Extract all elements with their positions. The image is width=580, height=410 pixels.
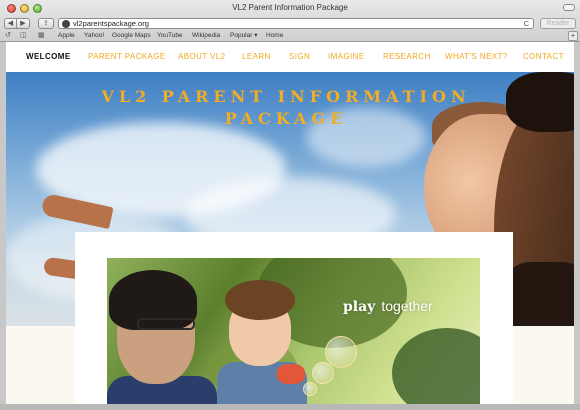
nav-about-vl2[interactable]: ABOUT VL2 xyxy=(178,42,225,72)
bookmark-yahoo[interactable]: Yahoo! xyxy=(84,31,104,41)
reading-list-icon[interactable]: ↺ xyxy=(5,32,11,40)
nav-parent-package[interactable]: PARENT PACKAGE xyxy=(88,42,166,72)
share-button[interactable]: ⇪ xyxy=(38,18,54,29)
nav-imagine[interactable]: IMAGINE xyxy=(328,42,365,72)
photo-caption-light: together xyxy=(381,298,433,314)
bookmark-popular[interactable]: Popular ▾ xyxy=(230,31,257,41)
photo-bubble-wand xyxy=(277,364,305,384)
top-sites-grid-icon[interactable]: ▦ xyxy=(38,32,45,40)
nav-welcome[interactable]: WELCOME xyxy=(26,42,71,72)
photo-bubble xyxy=(325,336,357,368)
bookmark-apple[interactable]: Apple xyxy=(58,31,75,41)
content-card: play together xyxy=(75,232,513,404)
photo-glasses xyxy=(137,318,195,330)
photo-caption-bold: play xyxy=(343,299,376,315)
window-title: VL2 Parent Information Package xyxy=(232,3,348,12)
nav-contact[interactable]: CONTACT xyxy=(523,42,564,72)
site-favicon-icon xyxy=(62,20,70,28)
add-bookmark-button[interactable]: + xyxy=(568,31,578,41)
nav-sign[interactable]: SIGN xyxy=(289,42,310,72)
nav-whats-next[interactable]: WHAT'S NEXT? xyxy=(445,42,508,72)
nav-learn[interactable]: LEARN xyxy=(242,42,271,72)
site-navigation: WELCOME PARENT PACKAGE ABOUT VL2 LEARN S… xyxy=(6,42,574,72)
window-bottom-edge xyxy=(0,404,580,410)
bookmarks-bar: ↺ ◫ ▦ Apple Yahoo! Google Maps YouTube W… xyxy=(0,30,580,42)
toolbar-toggle-button[interactable] xyxy=(563,4,575,11)
back-button[interactable]: ◀ xyxy=(4,18,17,29)
reader-button[interactable]: Reader xyxy=(540,18,576,29)
web-page: VL2 PARENT INFORMATION PACKAGE WELCOME P… xyxy=(6,42,574,404)
nav-research[interactable]: RESEARCH xyxy=(383,42,431,72)
browser-toolbar: ◀ ▶ ⇪ vl2parentspackage.org C Reader xyxy=(0,17,580,30)
forward-button[interactable]: ▶ xyxy=(17,18,30,29)
url-text[interactable]: vl2parentspackage.org xyxy=(73,19,149,29)
bookmarks-book-icon[interactable]: ◫ xyxy=(20,32,27,40)
photo-bubble xyxy=(303,382,317,396)
hero-father-beard xyxy=(506,262,574,326)
title-bar: VL2 Parent Information Package xyxy=(0,0,580,17)
play-together-photo[interactable]: play together xyxy=(107,258,480,404)
browser-chrome: VL2 Parent Information Package ◀ ▶ ⇪ vl2… xyxy=(0,0,580,42)
reload-button[interactable]: C xyxy=(524,19,529,29)
bookmark-youtube[interactable]: YouTube xyxy=(157,31,183,41)
bookmark-home[interactable]: Home xyxy=(266,31,283,41)
bookmark-google-maps[interactable]: Google Maps xyxy=(112,31,151,41)
photo-foliage xyxy=(392,328,480,404)
photo-caption: play together xyxy=(343,298,433,315)
address-bar[interactable]: vl2parentspackage.org C xyxy=(58,18,534,29)
photo-child-hair xyxy=(225,280,295,320)
hero-father-hair xyxy=(506,72,574,132)
hero-title: VL2 PARENT INFORMATION PACKAGE xyxy=(101,87,471,128)
photo-bubble xyxy=(312,362,334,384)
bookmark-wikipedia[interactable]: Wikipedia xyxy=(192,31,220,41)
